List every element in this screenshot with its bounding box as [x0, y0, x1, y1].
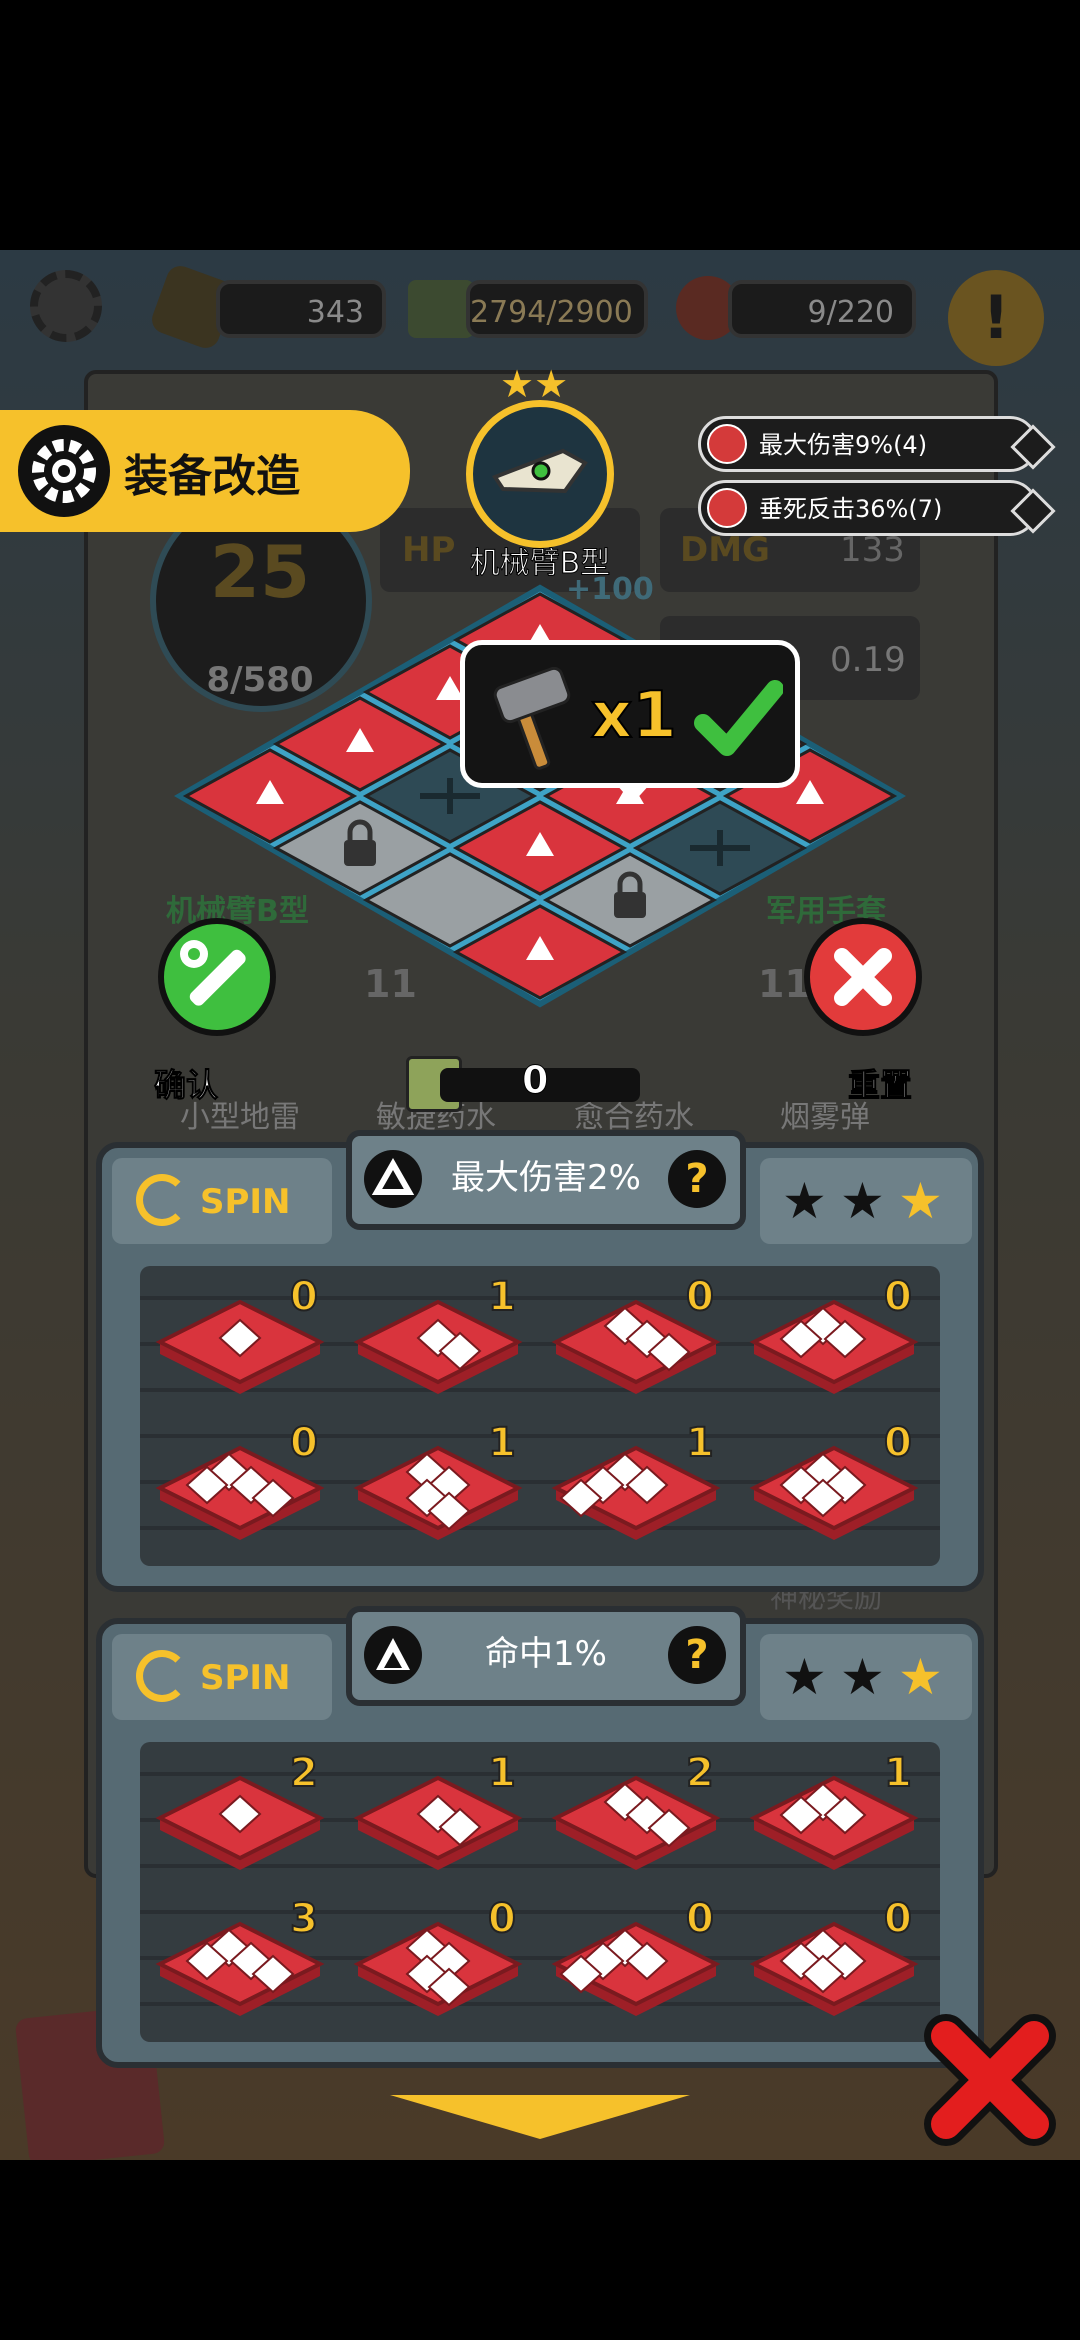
stat-header: 命中1% ? [346, 1606, 746, 1706]
energy-counter: 2794/2900 [466, 280, 648, 338]
star-icon: ★ [898, 1172, 943, 1230]
spin-button[interactable]: SPIN [112, 1634, 332, 1720]
spin-panel-2: SPIN 命中1% ? ★ ★ ★ 2 1 2 1 3 0 0 0 [96, 1606, 984, 2068]
lock-icon [344, 840, 376, 866]
shape-slot[interactable]: 0 [150, 1419, 340, 1546]
spin-button[interactable]: SPIN [112, 1158, 332, 1244]
star-icon: ★ [840, 1648, 885, 1706]
refresh-icon [136, 1174, 188, 1226]
buff-text: 最大伤害9%(4) [759, 431, 928, 459]
shape-grid: 0 1 0 0 0 1 1 0 [140, 1266, 940, 1566]
shape-slot[interactable]: 0 [744, 1419, 934, 1546]
stat-name: 最大伤害2% [451, 1158, 641, 1198]
star-icon: ★ [898, 1648, 943, 1706]
shape-grid: 2 1 2 1 3 0 0 0 [140, 1742, 940, 2042]
shape-count: 1 [487, 1749, 517, 1797]
shape-slot[interactable]: 3 [150, 1895, 340, 2022]
craft-popup: x1 [460, 640, 800, 803]
shape-slot[interactable]: 0 [744, 1273, 934, 1400]
spin-label: SPIN [200, 1658, 291, 1698]
spin-label: SPIN [200, 1182, 291, 1222]
buff-max-damage[interactable]: 最大伤害9%(4) [698, 416, 1056, 472]
shape-slot[interactable]: 0 [150, 1273, 340, 1400]
star-rating: ★ ★ ★ [760, 1634, 972, 1720]
shape-count: 0 [685, 1273, 715, 1321]
dmg-value: 133 [840, 530, 905, 570]
gear-icon [18, 425, 110, 517]
shape-slot[interactable]: 1 [744, 1749, 934, 1876]
buff-counterattack[interactable]: 垂死反击36%(7) [698, 480, 1056, 536]
food-counter: 9/220 [728, 280, 916, 338]
close-icon [924, 2014, 1056, 2146]
shape-count: 0 [289, 1273, 319, 1321]
shape-slot[interactable]: 2 [546, 1749, 736, 1876]
equipment-modify-banner: 装备改造 [0, 410, 410, 532]
spin-panel-1: SPIN 最大伤害2% ? ★ ★ ★ 0 1 0 0 0 1 1 0 [96, 1130, 984, 1592]
help-icon[interactable]: ? [668, 1626, 726, 1684]
checkmark-icon [693, 675, 784, 765]
shape-count: 0 [883, 1895, 913, 1943]
confirm-button[interactable] [158, 918, 276, 1036]
shape-count: 0 [883, 1419, 913, 1467]
popup-pointer [615, 783, 651, 803]
shape-slot[interactable]: 0 [744, 1895, 934, 2022]
banner-title: 装备改造 [124, 451, 300, 502]
shape-slot[interactable]: 1 [546, 1419, 736, 1546]
mech-arm-icon [491, 448, 588, 494]
shape-count: 0 [685, 1895, 715, 1943]
chevron-down-icon[interactable] [390, 2095, 690, 2139]
equipment-name: 机械臂B型 [469, 546, 611, 582]
energy-cube-icon [408, 280, 474, 338]
hammer-icon [491, 666, 581, 771]
gold-counter: 343 [216, 280, 386, 338]
shape-slot[interactable]: 2 [150, 1749, 340, 1876]
craft-count: x1 [590, 678, 678, 754]
shape-count: 0 [883, 1273, 913, 1321]
stat-header: 最大伤害2% ? [346, 1130, 746, 1230]
shape-count: 1 [487, 1273, 517, 1321]
shape-count: 2 [289, 1749, 319, 1797]
star-rating: ★ ★ ★ [760, 1158, 972, 1244]
exclamation-icon[interactable]: ! [948, 270, 1044, 366]
equipment-avatar [466, 400, 614, 548]
shape-count: 1 [487, 1419, 517, 1467]
star-icon: ★ [840, 1172, 885, 1230]
shape-count: 1 [883, 1749, 913, 1797]
wrench-icon [180, 940, 246, 1006]
shape-count: 2 [685, 1749, 715, 1797]
cone-icon [707, 488, 747, 528]
refresh-icon [136, 1650, 188, 1702]
lock-icon [614, 892, 646, 918]
shape-slot[interactable]: 1 [348, 1749, 538, 1876]
cube-count: 0 [521, 1058, 549, 1103]
confirm-label[interactable]: 确认 [153, 1060, 218, 1106]
shape-count: 0 [487, 1895, 517, 1943]
buff-text: 垂死反击36%(7) [759, 495, 943, 523]
star-icon: ★ [782, 1172, 827, 1230]
reset-button[interactable] [804, 918, 922, 1036]
star-icon: ★ [782, 1648, 827, 1706]
shape-slot[interactable]: 0 [546, 1895, 736, 2022]
stat-name: 命中1% [485, 1634, 607, 1674]
shape-slot[interactable]: 1 [348, 1419, 538, 1546]
close-icon [834, 948, 892, 1006]
shape-count: 0 [289, 1419, 319, 1467]
triangle-up-icon [707, 424, 747, 464]
shape-count: 3 [289, 1895, 319, 1943]
shape-slot[interactable]: 1 [348, 1273, 538, 1400]
settings-icon[interactable] [30, 270, 102, 342]
reset-label[interactable]: 重置 [847, 1060, 912, 1106]
help-icon[interactable]: ? [668, 1150, 726, 1208]
shape-count: 1 [685, 1419, 715, 1467]
shape-slot[interactable]: 0 [546, 1273, 736, 1400]
dmg-label: DMG [680, 530, 770, 570]
shape-slot[interactable]: 0 [348, 1895, 538, 2022]
close-button[interactable] [920, 2010, 1060, 2150]
